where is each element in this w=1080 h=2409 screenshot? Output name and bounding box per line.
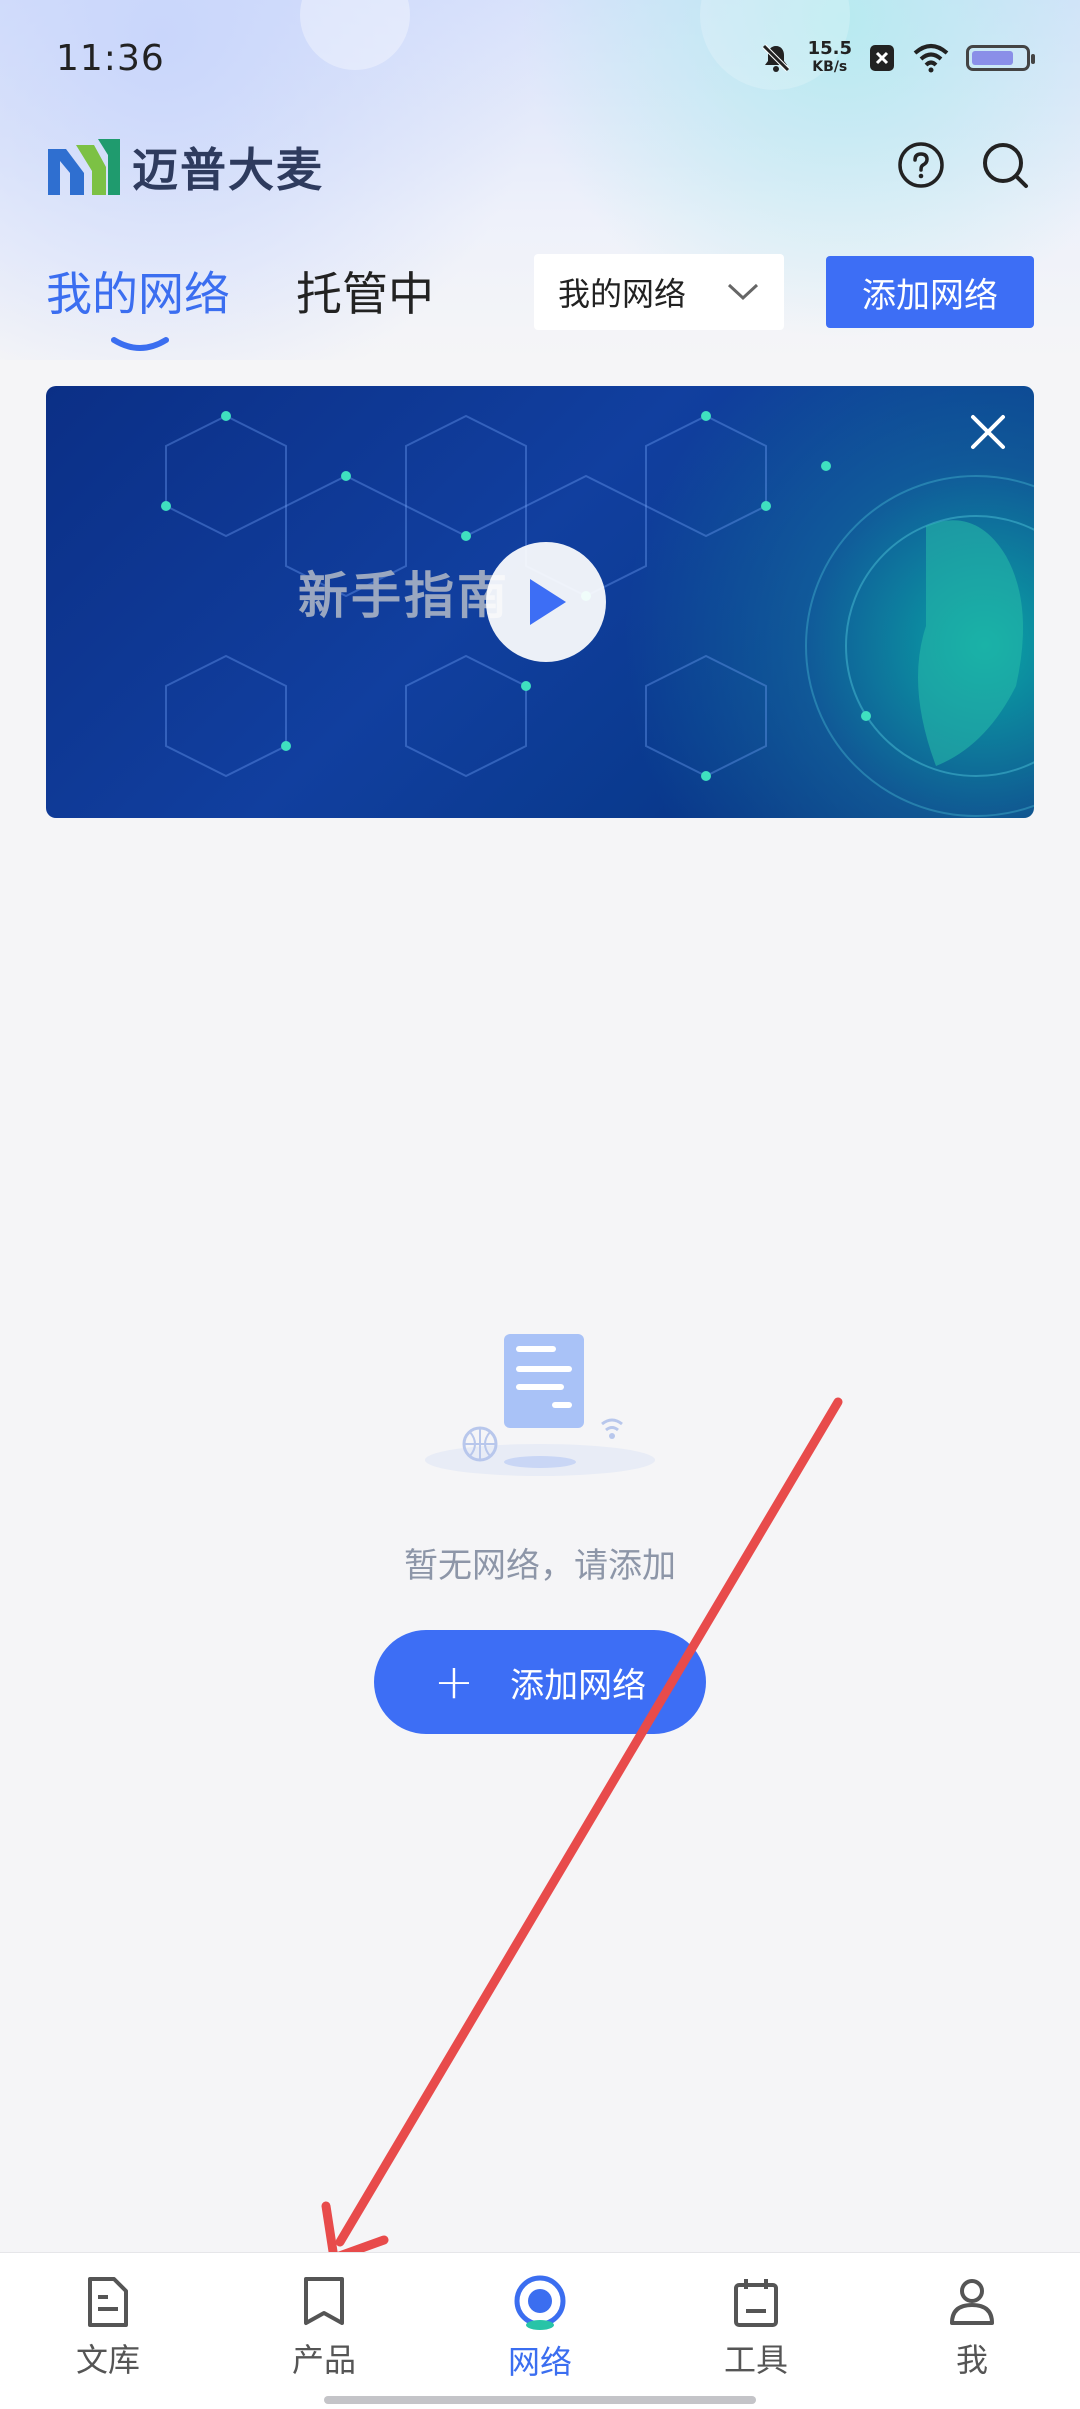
- banner-title: 新手指南: [298, 567, 510, 625]
- status-bar: 11:36 15.5 KB/s: [0, 0, 1080, 120]
- guide-banner[interactable]: 新手指南: [46, 386, 1034, 818]
- chevron-down-icon: [727, 283, 759, 301]
- add-network-button[interactable]: + 添加网络: [374, 1630, 706, 1734]
- nav-item-me[interactable]: 我: [864, 2253, 1080, 2409]
- bottom-navigation: 文库 产品 网络 工具 我: [0, 2252, 1080, 2409]
- plus-icon: +: [433, 1654, 475, 1710]
- status-icons: 15.5 KB/s: [760, 40, 1035, 76]
- add-network-button-label: 添加网络: [510, 1665, 647, 1706]
- nav-item-library[interactable]: 文库: [0, 2253, 216, 2409]
- search-icon[interactable]: [980, 140, 1030, 190]
- nav-label-me: 我: [955, 2341, 988, 2379]
- empty-network-illustration: [425, 1334, 655, 1476]
- network-speed: 15.5 KB/s: [808, 40, 852, 76]
- user-icon: [950, 2279, 994, 2325]
- play-button[interactable]: [486, 542, 606, 662]
- nav-label-products: 产品: [291, 2341, 356, 2379]
- active-tab-indicator: [111, 337, 169, 351]
- add-network-button-top[interactable]: 添加网络: [826, 256, 1034, 328]
- bookmark-icon: [304, 2277, 344, 2325]
- wifi-icon: [913, 44, 949, 73]
- network-selector-dropdown[interactable]: 我的网络: [534, 254, 784, 330]
- network-icon: [514, 2275, 566, 2330]
- bell-muted-icon: [761, 44, 790, 72]
- close-icon[interactable]: [968, 412, 1008, 452]
- calendar-icon: [734, 2279, 778, 2327]
- nav-item-products[interactable]: 产品: [216, 2253, 432, 2409]
- nav-item-network[interactable]: 网络: [432, 2253, 648, 2409]
- tab-hosted[interactable]: 托管中: [296, 258, 434, 324]
- network-tabs: 我的网络 托管中: [46, 258, 434, 324]
- annotation-arrow: [321, 1397, 843, 2263]
- network-speed-unit: KB/s: [812, 59, 848, 75]
- status-time: 11:36: [56, 38, 165, 79]
- sim-x-icon: [870, 45, 894, 71]
- nav-label-network: 网络: [507, 2343, 572, 2381]
- battery-icon: [966, 45, 1035, 71]
- nav-label-tools: 工具: [723, 2341, 788, 2379]
- nav-label-library: 文库: [75, 2341, 140, 2379]
- logo-mark-icon: [48, 139, 120, 195]
- network-speed-value: 15.5: [807, 38, 852, 59]
- app-name: 迈普大麦: [132, 143, 324, 197]
- network-selector-value: 我的网络: [558, 275, 687, 313]
- tab-my-network[interactable]: 我的网络: [46, 258, 230, 324]
- document-icon: [88, 2277, 128, 2327]
- empty-state-message: 暂无网络，请添加: [404, 1546, 676, 1586]
- app-logo: 迈普大麦: [46, 134, 324, 200]
- nav-item-tools[interactable]: 工具: [648, 2253, 864, 2409]
- home-indicator[interactable]: [324, 2396, 756, 2404]
- question-circle-icon[interactable]: [896, 140, 946, 190]
- play-icon: [530, 579, 566, 625]
